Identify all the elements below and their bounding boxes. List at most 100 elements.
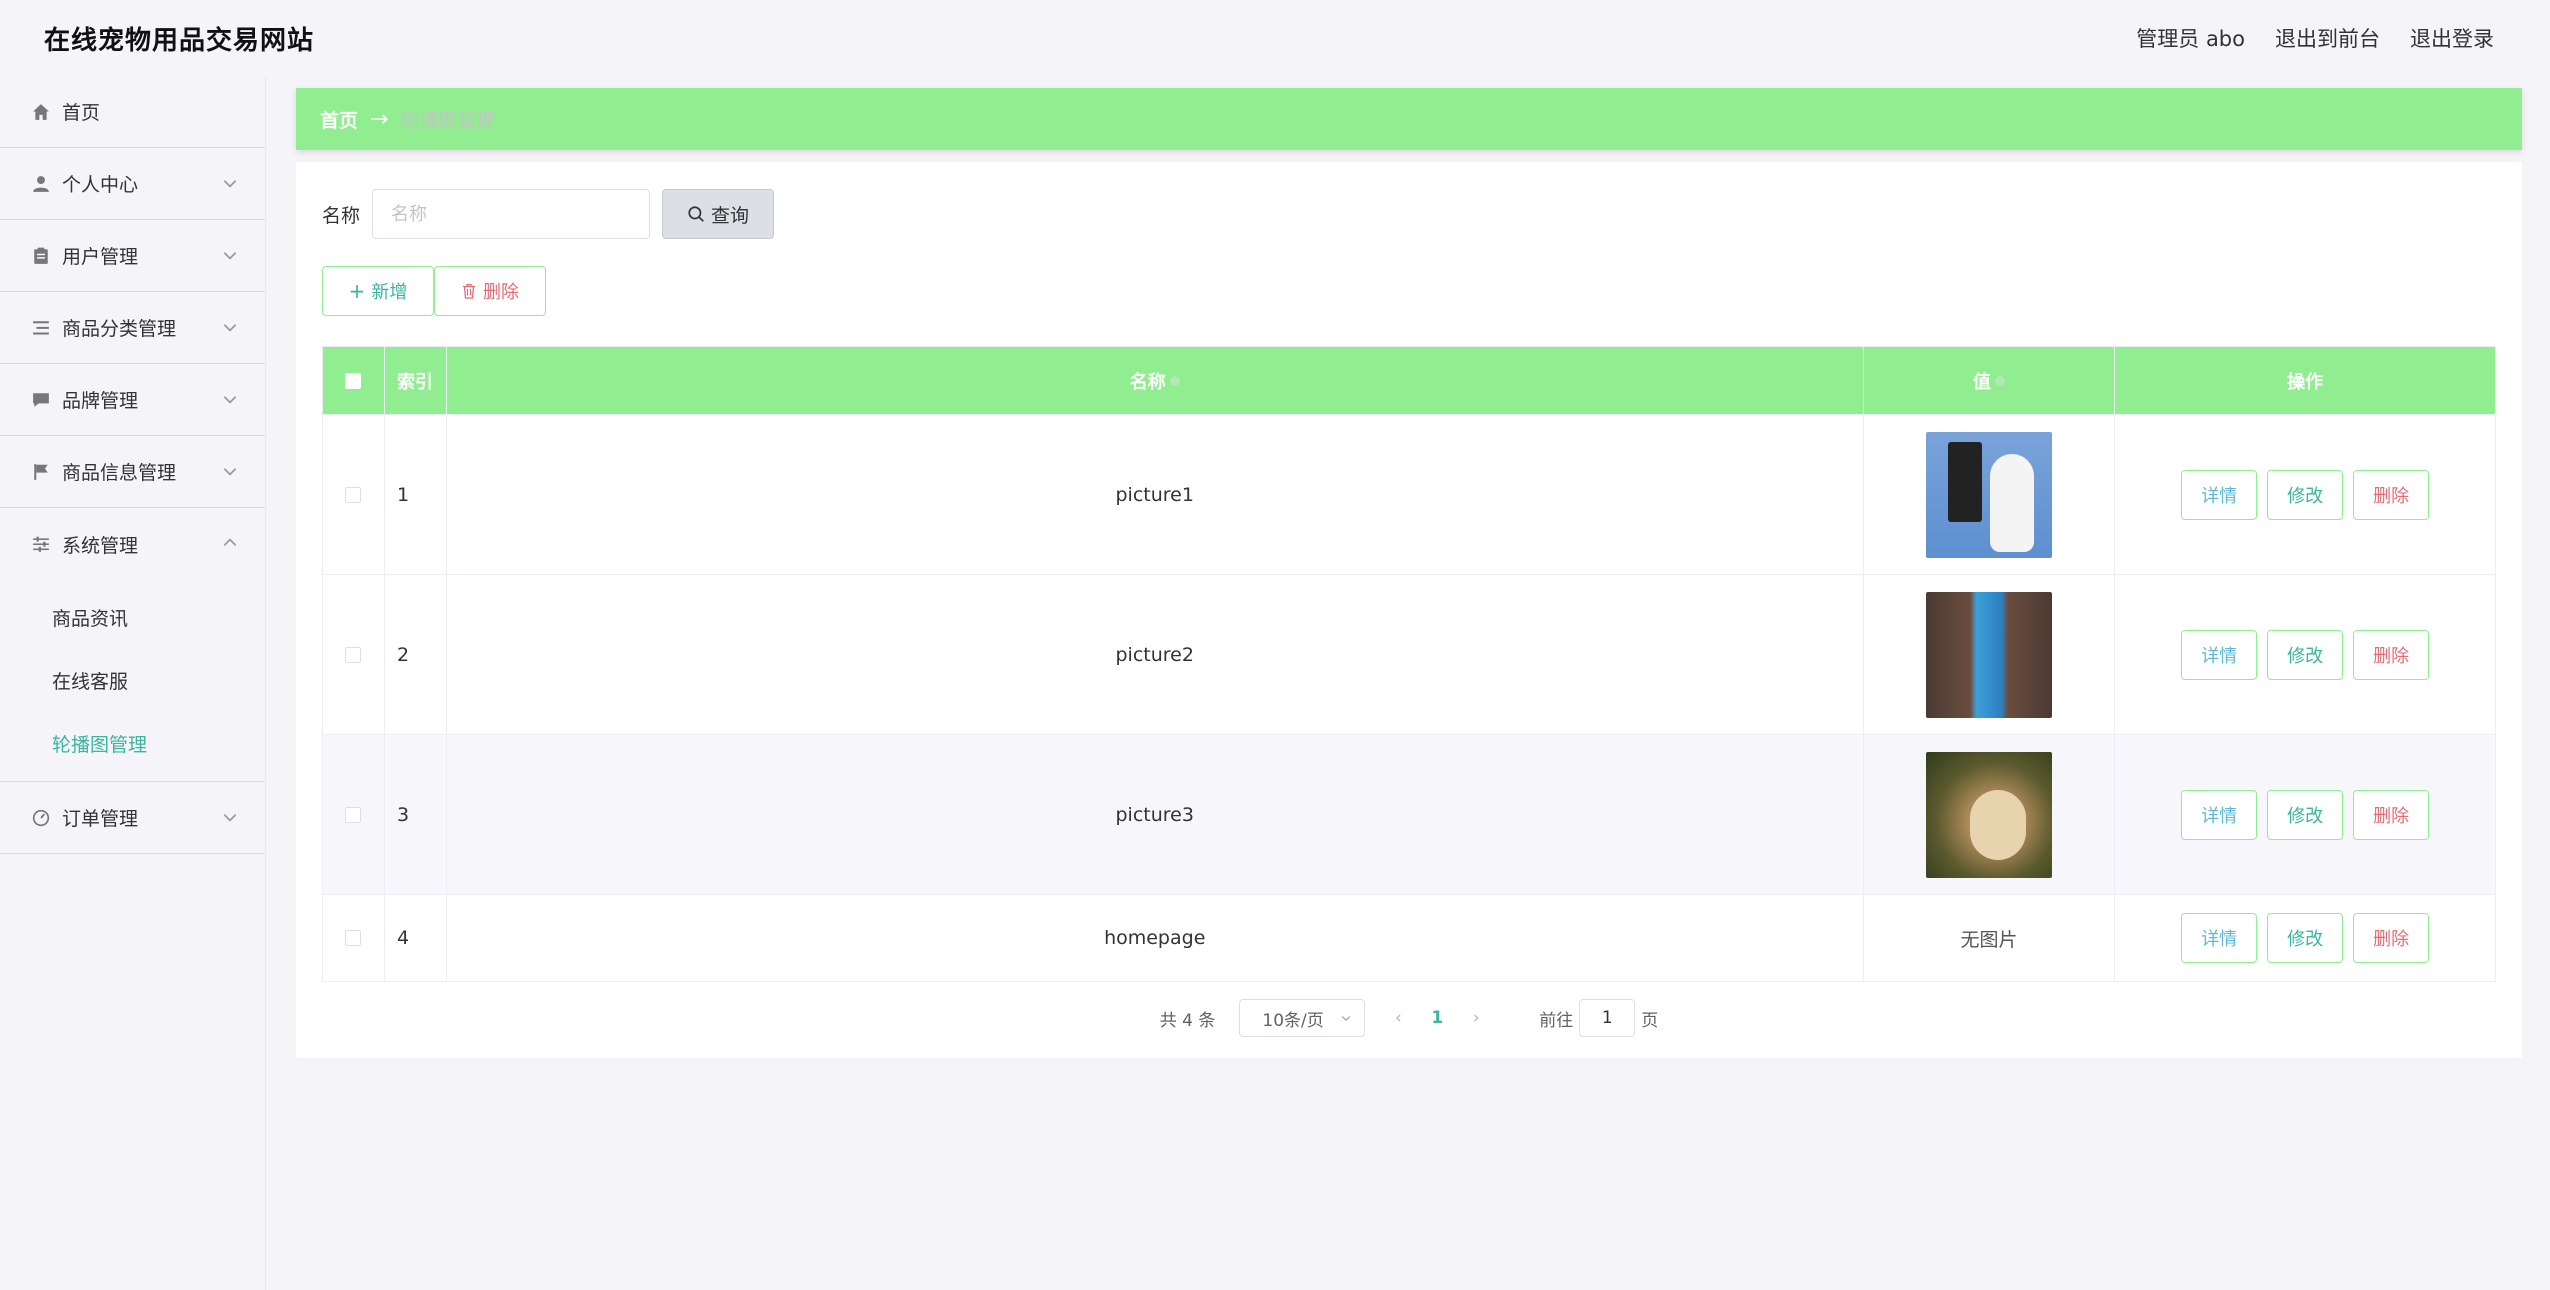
sidebar-item-home[interactable]: 首页 (0, 76, 265, 148)
row-checkbox[interactable] (345, 646, 362, 663)
current-page[interactable]: 1 (1431, 1008, 1443, 1028)
chevron-down-icon (223, 396, 237, 404)
sidebar-item-label: 用户管理 (62, 246, 139, 268)
header-value-label: 值 (1972, 371, 1991, 393)
sidebar-item-brand-management[interactable]: 品牌管理 (0, 364, 265, 436)
search-label: 名称 (322, 204, 361, 227)
sidebar-item-personal-center[interactable]: 个人中心 (0, 148, 265, 220)
submenu-item-online-service[interactable]: 在线客服 (0, 649, 265, 712)
carousel-image-thumbnail[interactable] (1925, 751, 2052, 878)
breadcrumb-home[interactable]: 首页 (320, 106, 358, 133)
row-select-cell (323, 415, 385, 574)
exit-to-front-link[interactable]: 退出到前台 (2275, 23, 2380, 53)
carousel-image-thumbnail[interactable] (1925, 591, 2052, 718)
pagination: 共 4 条 10条/页 ‹ 1 › 前往 页 (322, 998, 2496, 1038)
site-title: 在线宠物用品交易网站 (44, 25, 315, 56)
breadcrumb: 首页 → 轮播图管理 (296, 88, 2522, 150)
row-name: picture2 (447, 575, 1864, 734)
sliders-icon (30, 533, 52, 555)
delete-button[interactable]: 删除 (2353, 789, 2430, 840)
delete-button[interactable]: 删除 (2353, 469, 2430, 520)
page-size-value: 10条/页 (1262, 1010, 1324, 1031)
row-ops: 详情 修改 删除 (2115, 895, 2495, 981)
prev-page-icon[interactable]: ‹ (1383, 1008, 1413, 1028)
query-button[interactable]: 查询 (662, 189, 775, 239)
chevron-up-icon (223, 538, 237, 546)
logout-link[interactable]: 退出登录 (2410, 23, 2494, 53)
carousel-image-thumbnail[interactable] (1925, 431, 2052, 558)
row-value (1864, 415, 2116, 574)
select-all-checkbox[interactable] (345, 372, 362, 389)
edit-button[interactable]: 修改 (2267, 469, 2344, 520)
sidebar-item-label: 首页 (62, 102, 101, 124)
page-size-select[interactable]: 10条/页 (1239, 999, 1366, 1037)
header-name-label: 名称 (1129, 371, 1166, 393)
header-value[interactable]: 值 (1864, 347, 2116, 414)
row-value: 无图片 (1864, 895, 2116, 981)
edit-button[interactable]: 修改 (2267, 913, 2344, 963)
detail-button[interactable]: 详情 (2181, 629, 2258, 680)
row-select-cell (323, 575, 385, 734)
search-input[interactable] (372, 189, 651, 239)
sidebar-item-system-management[interactable]: 系统管理 (0, 508, 265, 580)
edit-button[interactable]: 修改 (2267, 629, 2344, 680)
detail-button[interactable]: 详情 (2181, 913, 2258, 963)
sort-icon (1169, 375, 1180, 386)
row-name: picture3 (447, 735, 1864, 894)
row-select-cell (323, 735, 385, 894)
table-row: 4 homepage 无图片 详情 修改 删除 (323, 895, 2495, 981)
sidebar-item-label: 订单管理 (62, 808, 139, 830)
next-page-icon[interactable]: › (1461, 1008, 1491, 1028)
add-button[interactable]: + 新增 (322, 266, 434, 316)
chevron-down-icon (223, 468, 237, 476)
page-jump-input[interactable] (1579, 999, 1636, 1037)
submenu-item-product-news[interactable]: 商品资讯 (0, 586, 265, 649)
row-index: 2 (385, 575, 447, 734)
table-row: 1 picture1 详情 修改 删除 (323, 415, 2495, 575)
row-checkbox[interactable] (345, 806, 362, 823)
delete-button[interactable]: 删除 (2353, 913, 2430, 963)
sidebar-item-product-info-management[interactable]: 商品信息管理 (0, 436, 265, 508)
sidebar-item-order-management[interactable]: 订单管理 (0, 782, 265, 854)
row-value (1864, 575, 2116, 734)
detail-button[interactable]: 详情 (2181, 789, 2258, 840)
chevron-down-icon (223, 324, 237, 332)
plus-icon: + (348, 279, 366, 303)
sidebar-item-label: 商品分类管理 (62, 318, 177, 340)
row-checkbox[interactable] (345, 486, 362, 503)
sidebar-item-label: 商品信息管理 (62, 462, 177, 484)
add-button-label: 新增 (371, 282, 408, 303)
chevron-down-icon (223, 814, 237, 822)
row-ops: 详情 修改 删除 (2115, 575, 2495, 734)
row-name: picture1 (447, 415, 1864, 574)
row-index: 1 (385, 415, 447, 574)
chevron-down-icon (1342, 1016, 1351, 1022)
arrow-right-icon: → (370, 106, 389, 132)
home-icon (30, 101, 52, 123)
sidebar: 首页 个人中心 用户管理 商品分类管理 品牌管理 商品信息管理 系统管理 商品资… (0, 76, 266, 1290)
main-content: 首页 → 轮播图管理 名称 查询 + 新增 删除 索引 (296, 88, 2522, 1058)
carousel-table: 索引 名称 值 操作 1 picture1 详情 修改 删除 2 picture… (322, 346, 2496, 982)
row-checkbox[interactable] (345, 930, 362, 946)
top-right-links: 管理员 abo 退出到前台 退出登录 (2136, 23, 2494, 53)
chat-icon (30, 389, 52, 411)
detail-button[interactable]: 详情 (2181, 469, 2258, 520)
sidebar-item-user-management[interactable]: 用户管理 (0, 220, 265, 292)
gauge-icon (30, 807, 52, 829)
sidebar-item-category-management[interactable]: 商品分类管理 (0, 292, 265, 364)
header-name[interactable]: 名称 (447, 347, 1864, 414)
edit-button[interactable]: 修改 (2267, 789, 2344, 840)
row-index: 3 (385, 735, 447, 894)
row-ops: 详情 修改 删除 (2115, 735, 2495, 894)
admin-label: 管理员 abo (2136, 27, 2245, 51)
table-row: 2 picture2 详情 修改 删除 (323, 575, 2495, 735)
system-submenu: 商品资讯 在线客服 轮播图管理 (0, 580, 265, 782)
row-name: homepage (447, 895, 1864, 981)
flag-icon (30, 461, 52, 483)
batch-delete-button[interactable]: 删除 (434, 266, 546, 316)
submenu-item-carousel-management[interactable]: 轮播图管理 (0, 712, 265, 775)
row-index: 4 (385, 895, 447, 981)
delete-button[interactable]: 删除 (2353, 629, 2430, 680)
chevron-down-icon (223, 252, 237, 260)
sidebar-item-label: 品牌管理 (62, 390, 139, 412)
